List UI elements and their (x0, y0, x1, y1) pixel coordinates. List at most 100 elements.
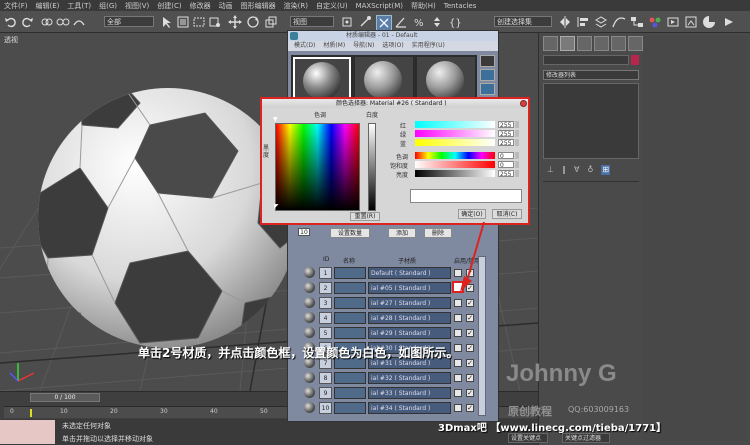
configure-sets-icon[interactable]: ⊞ (601, 165, 611, 175)
create-tab-icon[interactable] (543, 36, 558, 51)
menu-animation[interactable]: 动画 (215, 1, 237, 11)
select-object-icon[interactable] (160, 15, 174, 29)
key-filters-button[interactable]: 关键点过滤器 (562, 433, 610, 443)
object-name-field[interactable] (543, 55, 629, 65)
backlight-icon[interactable] (480, 69, 495, 81)
blue-slider[interactable] (415, 139, 495, 146)
row-name-field[interactable] (334, 282, 366, 294)
green-value-input[interactable]: 255 (498, 130, 514, 138)
row-name-field[interactable] (334, 387, 366, 399)
undo-icon[interactable] (4, 15, 18, 29)
hue-marker-icon[interactable]: ▼ (273, 116, 278, 123)
spinner-snap-icon[interactable] (430, 15, 444, 29)
color-picker-titlebar[interactable]: 颜色选择器: Material #26 ( Standard ) (262, 99, 528, 108)
move-icon[interactable] (228, 15, 242, 29)
object-color-swatch[interactable] (631, 55, 639, 65)
bind-space-warp-icon[interactable] (72, 15, 86, 29)
utilities-tab-icon[interactable] (628, 36, 643, 51)
schematic-view-icon[interactable] (630, 15, 644, 29)
saturation-spinner-arrows[interactable] (515, 161, 519, 168)
row-submaterial-button[interactable]: ial #32 ( Standard ) (368, 372, 451, 384)
select-by-name-icon[interactable] (176, 15, 190, 29)
row-color-swatch[interactable] (454, 389, 462, 397)
menu-mode[interactable]: 模式(D) (294, 41, 315, 51)
row-name-field[interactable] (334, 297, 366, 309)
hue-value-input[interactable]: 0 (498, 152, 514, 160)
row-enable-checkbox[interactable]: ✓ (466, 374, 474, 382)
row-color-swatch[interactable] (454, 404, 462, 412)
mirror-icon[interactable] (558, 15, 572, 29)
row-enable-checkbox[interactable]: ✓ (466, 329, 474, 337)
sample-slot-3[interactable] (417, 57, 475, 99)
hue-bar-slider[interactable] (415, 152, 495, 159)
reset-button[interactable]: 重置(R) (350, 212, 380, 221)
menu-views[interactable]: 视图(V) (121, 1, 153, 11)
link-icon[interactable] (40, 15, 54, 29)
hierarchy-tab-icon[interactable] (577, 36, 592, 51)
percent-snap-icon[interactable]: % (412, 15, 426, 29)
red-slider[interactable] (415, 121, 495, 128)
row-name-field[interactable] (334, 267, 366, 279)
blue-spinner-arrows[interactable] (515, 139, 519, 146)
render-production-icon[interactable] (702, 15, 716, 29)
menu-graph-editors[interactable]: 图形编辑器 (237, 1, 280, 11)
value-spinner-arrows[interactable] (515, 170, 519, 177)
time-slider[interactable]: 0 / 100 (30, 393, 100, 402)
display-tab-icon[interactable] (611, 36, 626, 51)
saturation-slider[interactable] (415, 161, 495, 168)
row-name-field[interactable] (334, 312, 366, 324)
make-unique-icon[interactable]: ∀ (574, 165, 579, 175)
row-submaterial-button[interactable]: Default ( Standard ) (368, 267, 451, 279)
row-name-field[interactable] (334, 372, 366, 384)
menu-edit[interactable]: 编辑(E) (32, 1, 64, 11)
maxscript-listener[interactable] (0, 420, 55, 444)
menu-help[interactable]: 帮助(H) (407, 1, 440, 11)
row-submaterial-button[interactable]: ial #34 ( Standard ) (368, 402, 451, 414)
menu-options[interactable]: 选项(O) (382, 41, 403, 51)
show-end-result-icon[interactable]: ‖ (562, 165, 566, 175)
menu-customize[interactable]: 自定义(U) (312, 1, 352, 11)
col-submaterial[interactable]: 子材质 (398, 256, 416, 265)
render-setup-icon[interactable] (666, 15, 680, 29)
redo-icon[interactable] (20, 15, 34, 29)
named-selection-edit-icon[interactable]: {} (448, 15, 462, 29)
row-enable-checkbox[interactable]: ✓ (466, 314, 474, 322)
blue-value-input[interactable]: 255 (498, 139, 514, 147)
current-frame-marker[interactable] (30, 409, 32, 417)
row-enable-checkbox[interactable]: ✓ (466, 389, 474, 397)
value-value-input[interactable]: 255 (498, 170, 514, 178)
row-enable-checkbox[interactable]: ✓ (466, 359, 474, 367)
set-key-mode[interactable]: 设置关键点 (508, 433, 548, 443)
close-icon[interactable] (520, 100, 527, 107)
modifier-list-dropdown[interactable]: 修改器列表 (543, 70, 639, 80)
row-name-field[interactable] (334, 327, 366, 339)
hue-blackness-field[interactable] (275, 123, 360, 211)
menu-modifiers[interactable]: 修改器 (186, 1, 215, 11)
menu-tentacles[interactable]: Tentacles (440, 2, 481, 10)
row-submaterial-button[interactable]: ial #27 ( Standard ) (368, 297, 451, 309)
red-spinner-arrows[interactable] (515, 121, 519, 128)
menu-maxscript[interactable]: MAXScript(M) (352, 2, 407, 10)
row-submaterial-button[interactable]: ial #29 ( Standard ) (368, 327, 451, 339)
rotate-icon[interactable] (246, 15, 260, 29)
pivot-center-icon[interactable] (340, 15, 354, 29)
menu-navigation[interactable]: 导航(N) (353, 41, 374, 51)
col-name[interactable]: 名称 (343, 256, 355, 265)
value-slider[interactable] (415, 170, 495, 177)
set-number-field[interactable]: 10 (298, 228, 310, 236)
motion-tab-icon[interactable] (594, 36, 609, 51)
scale-icon[interactable] (264, 15, 278, 29)
unlink-icon[interactable] (56, 15, 70, 29)
render-iterative-icon[interactable] (722, 15, 736, 29)
named-selection-dropdown[interactable]: 创建选择集 (494, 16, 552, 27)
row-enable-checkbox[interactable]: ✓ (466, 344, 474, 352)
pin-stack-icon[interactable]: ⊥ (547, 165, 554, 175)
reference-coordinate-dropdown[interactable]: 视图 (290, 16, 334, 27)
row-name-field[interactable] (334, 402, 366, 414)
render-frame-icon[interactable] (684, 15, 698, 29)
background-icon[interactable] (480, 83, 495, 95)
row-submaterial-button[interactable]: ial #05 ( Standard ) (368, 282, 451, 294)
modifier-stack[interactable] (543, 83, 639, 159)
red-value-input[interactable]: 255 (498, 121, 514, 129)
hue-spinner-arrows[interactable] (515, 152, 519, 159)
